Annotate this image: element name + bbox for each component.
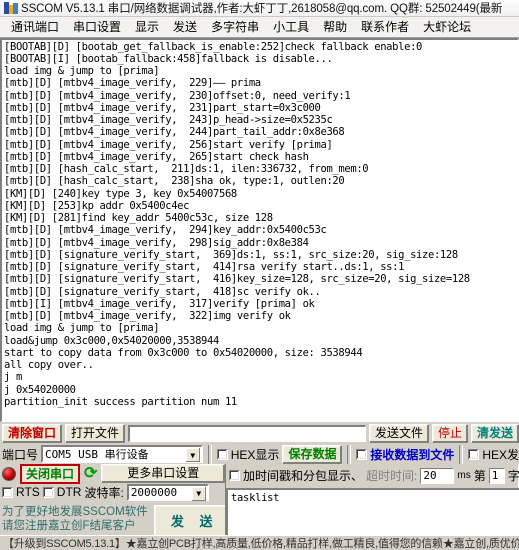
save-data-button[interactable]: 保存数据: [282, 444, 343, 464]
port-number-label: 端口号: [2, 447, 39, 462]
menu-item-display[interactable]: 显示: [128, 16, 166, 37]
port-options-row: 端口号 COM5 USB 串行设备 ▼ HEX显示 保存数据 接收数据到文件 H…: [0, 443, 519, 464]
menubar: 通讯端口 串口设置 显示 发送 多字符串 小工具 帮助 联系作者 大虾论坛: [0, 16, 519, 38]
baud-rate-value: 2000000: [130, 485, 178, 499]
promo-panel: 为了更好地发展SSCOM软件 请您注册嘉立创F结尾客户 发 送: [2, 501, 236, 539]
rts-label: RTS: [16, 485, 40, 500]
clear-window-button[interactable]: 清除窗口: [2, 423, 63, 443]
serial-control-panel: 关闭串口 ⟳ 更多串口设置 RTS DTR 波特率: 2000000 ▼ 为了更…: [0, 463, 236, 539]
receive-log-text: [BOOTAB][D] [bootab_get_fallback_is_enab…: [4, 40, 470, 408]
menu-item-forum[interactable]: 大虾论坛: [416, 16, 478, 37]
refresh-ports-icon[interactable]: ⟳: [84, 465, 97, 481]
menu-item-send[interactable]: 发送: [166, 16, 204, 37]
timestamp-checkbox[interactable]: [229, 470, 240, 482]
statusbar: 【升级到SSCOM5.13.1】★嘉立创PCB打样,高质量,低价格,精品打样,做…: [0, 535, 519, 550]
dtr-label: DTR: [56, 485, 82, 500]
open-file-button[interactable]: 打开文件: [65, 423, 126, 443]
menu-item-help[interactable]: 帮助: [316, 16, 354, 37]
port-select-value: COM5 USB 串行设备: [45, 448, 149, 462]
send-file-toolbar: 清除窗口 打开文件 发送文件 停止 清发送: [0, 422, 519, 443]
divider: [347, 444, 352, 464]
window-title: SSCOM V5.13.1 串口/网络数据调试器,作者:大虾丁丁,2618058…: [21, 2, 503, 15]
sscom-window: SSCOM V5.13.1 串口/网络数据调试器,作者:大虾丁丁,2618058…: [0, 0, 519, 550]
hex-send-checkbox[interactable]: [468, 448, 480, 460]
promo-text: 为了更好地发展SSCOM软件 请您注册嘉立创F结尾客户: [2, 503, 148, 539]
timeout-input[interactable]: 20: [420, 467, 455, 484]
byte-label: 字节: [507, 469, 519, 484]
menu-item-comm-port[interactable]: 通讯端口: [4, 16, 66, 37]
nth-byte-input[interactable]: 1: [488, 467, 505, 484]
rts-checkbox[interactable]: [2, 486, 13, 498]
menu-item-multi-string[interactable]: 多字符串: [204, 16, 266, 37]
nth-byte-prefix-label: 第: [473, 469, 486, 484]
send-button[interactable]: 发 送: [153, 504, 236, 539]
menu-item-contact-author[interactable]: 联系作者: [354, 16, 416, 37]
menu-item-tools[interactable]: 小工具: [266, 16, 316, 37]
dtr-checkbox[interactable]: [42, 486, 54, 498]
more-serial-settings-button[interactable]: 更多串口设置: [101, 464, 225, 484]
sscom-app-icon: [4, 1, 18, 15]
stop-send-button[interactable]: 停止: [431, 423, 468, 443]
baud-rate-select[interactable]: 2000000 ▼: [126, 483, 209, 501]
port-select[interactable]: COM5 USB 串行设备 ▼: [41, 445, 203, 464]
port-status-led-icon: [2, 466, 16, 481]
receive-log-area[interactable]: [BOOTAB][D] [bootab_get_fallback_is_enab…: [0, 37, 519, 422]
promo-line-2: 请您注册嘉立创F结尾客户: [2, 519, 136, 532]
titlebar: SSCOM V5.13.1 串口/网络数据调试器,作者:大虾丁丁,2618058…: [0, 0, 519, 17]
promo-line-1: 为了更好地发展SSCOM软件: [2, 505, 148, 518]
hex-display-checkbox[interactable]: [216, 448, 228, 460]
hex-send-label: HEX发: [482, 447, 519, 462]
send-panel: 加时间戳和分包显示、 超时时间: 20 ms 第 1 字节 tasklist: [225, 463, 519, 535]
chevron-down-icon[interactable]: ▼: [185, 448, 200, 463]
timestamp-options-row: 加时间戳和分包显示、 超时时间: 20 ms 第 1 字节: [226, 464, 519, 488]
clear-send-button[interactable]: 清发送: [470, 423, 519, 443]
chevron-down-icon[interactable]: ▼: [191, 486, 206, 501]
divider: [207, 444, 212, 464]
send-file-button[interactable]: 发送文件: [368, 423, 429, 443]
file-path-input[interactable]: [128, 424, 366, 442]
receive-to-file-label: 接收数据到文件: [370, 447, 455, 462]
timeout-label: 超时时间:: [366, 469, 418, 484]
timeout-unit-label: ms: [457, 470, 471, 482]
serial-port-row: 关闭串口 ⟳ 更多串口设置: [2, 463, 225, 484]
baud-rate-label: 波特率:: [84, 485, 124, 500]
close-port-button[interactable]: 关闭串口: [20, 463, 81, 484]
divider: [459, 444, 464, 464]
flow-control-row: RTS DTR 波特率: 2000000 ▼: [2, 483, 225, 501]
hex-display-label: HEX显示: [230, 447, 280, 462]
receive-to-file-checkbox[interactable]: [356, 448, 368, 460]
send-text-input[interactable]: tasklist: [226, 487, 519, 535]
lower-panels: 关闭串口 ⟳ 更多串口设置 RTS DTR 波特率: 2000000 ▼ 为了更…: [0, 463, 519, 539]
menu-item-serial-settings[interactable]: 串口设置: [66, 16, 128, 37]
timestamp-label: 加时间戳和分包显示、: [243, 469, 364, 484]
